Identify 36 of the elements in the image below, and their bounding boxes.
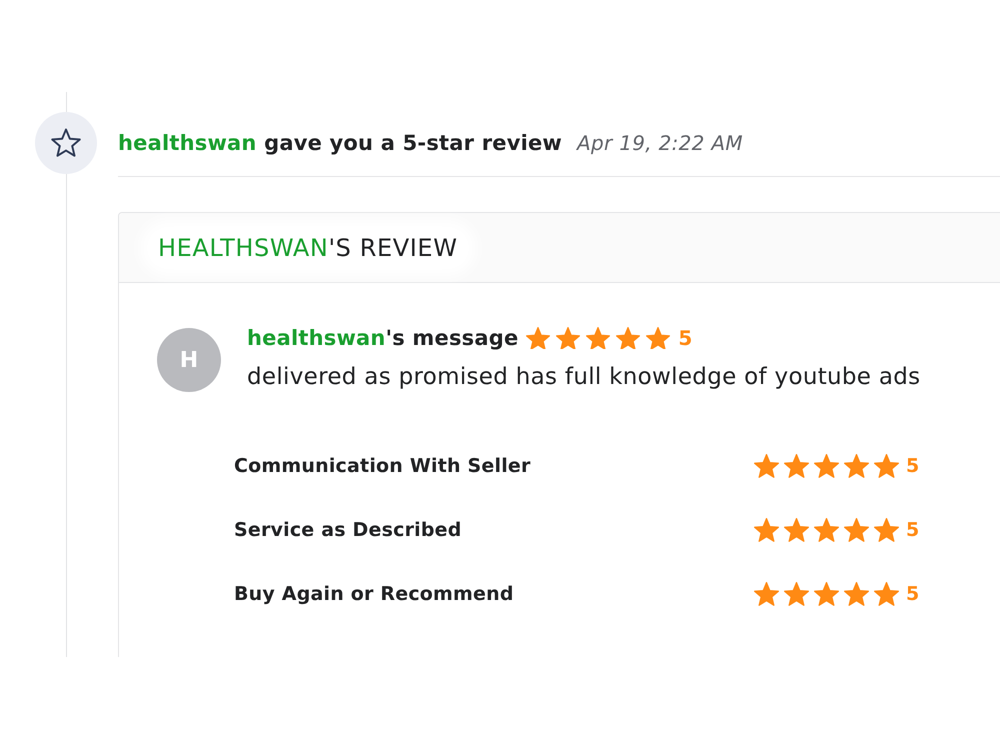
star-icon — [754, 582, 779, 606]
star-icon — [874, 454, 899, 478]
star-icon — [784, 518, 809, 542]
review-title: HEALTHSWAN'S REVIEW — [148, 228, 468, 268]
star-icon — [586, 326, 610, 350]
rating-score: 5 — [906, 455, 920, 477]
star-icon — [754, 454, 779, 478]
star-icon — [814, 454, 839, 478]
username-link[interactable]: healthswan — [247, 326, 386, 350]
star-icon — [814, 518, 839, 542]
rating-label: Communication With Seller — [234, 455, 532, 477]
star-icon — [646, 326, 670, 350]
username-link[interactable]: HEALTHSWAN — [158, 234, 328, 262]
rating-label: Service as Described — [234, 519, 463, 541]
review-message: delivered as promised has full knowledge of youtube ads — [247, 363, 920, 392]
star-icon — [616, 326, 640, 350]
rating-score: 5 — [906, 583, 920, 605]
star-icon — [754, 518, 779, 542]
star-icon — [784, 582, 809, 606]
rating-score: 5 — [906, 519, 920, 541]
star-icon — [844, 454, 869, 478]
star-icon — [814, 582, 839, 606]
star-icon — [844, 582, 869, 606]
message-heading: healthswan's message — [247, 326, 518, 350]
star-icon — [556, 326, 580, 350]
user-avatar: H — [157, 328, 221, 392]
review-timestamp: Apr 19, 2:22 AM — [577, 131, 743, 155]
star-icon — [874, 582, 899, 606]
star-icon — [874, 518, 899, 542]
rating-score: 5 — [678, 326, 692, 350]
username-link[interactable]: healthswan — [118, 131, 257, 155]
notification-headline: healthswan gave you a 5-star review — [118, 131, 562, 155]
star-icon — [844, 518, 869, 542]
star-icon — [784, 454, 809, 478]
star-icon — [526, 326, 550, 350]
rating-label: Buy Again or Recommend — [234, 583, 515, 605]
